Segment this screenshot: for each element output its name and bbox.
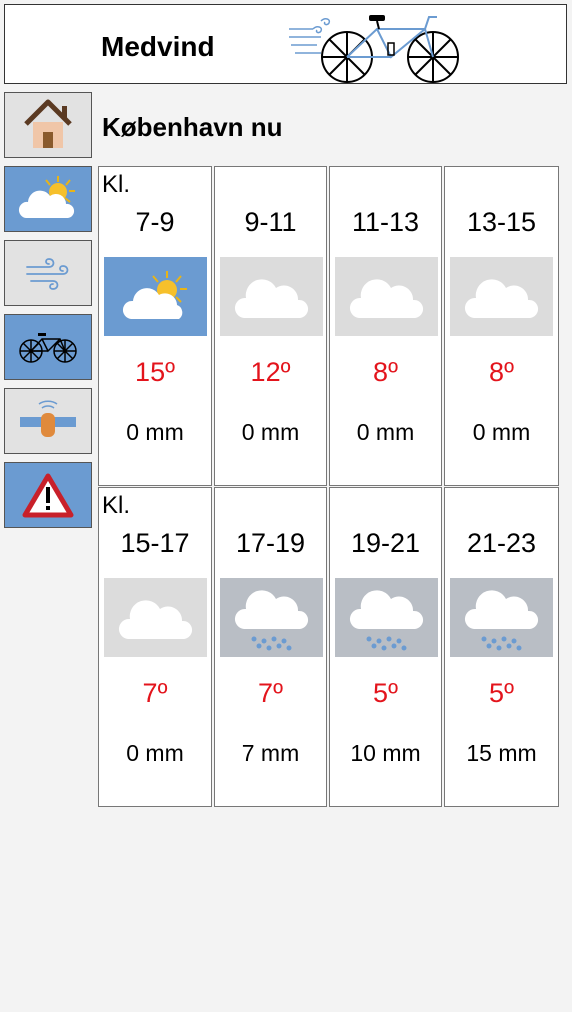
temperature: 12º [250, 357, 291, 387]
warning-icon [22, 473, 74, 518]
precipitation: 0 mm [472, 419, 531, 445]
precipitation: 10 mm [350, 740, 421, 766]
temperature: 5º [489, 678, 514, 708]
sun-cloud-icon [104, 257, 207, 336]
bike-button[interactable] [4, 314, 92, 380]
forecast-cell: 11-13 8º 0 mm [329, 166, 442, 486]
wind-icon [26, 258, 69, 290]
cloud-icon [220, 257, 323, 336]
time-range: 19-21 [350, 528, 421, 558]
forecast-cell: 19-21 5º 10 mm [329, 487, 442, 807]
forecast-cell: Kl. 7-9 15º 0 mm [98, 166, 212, 486]
location-title: København nu [102, 112, 283, 142]
rain-cloud-icon [335, 578, 438, 657]
app-title: Medvind [101, 31, 215, 62]
temperature: 8º [489, 357, 514, 387]
app-header: Medvind [4, 4, 567, 84]
time-range: 21-23 [466, 528, 537, 558]
satellite-icon [20, 400, 76, 437]
time-range: 17-19 [235, 528, 306, 558]
rain-cloud-icon [450, 578, 553, 657]
time-range: 11-13 [351, 207, 420, 237]
rain-cloud-icon [220, 578, 323, 657]
time-range: 7-9 [135, 207, 175, 237]
house-icon [24, 99, 72, 148]
forecast-cell: 17-19 7º 7 mm [214, 487, 327, 807]
warning-button[interactable] [4, 462, 92, 528]
cloud-icon [104, 578, 207, 657]
time-range: 15-17 [120, 528, 190, 558]
time-prefix: Kl. [102, 492, 131, 519]
forecast-cell: 13-15 8º 0 mm [444, 166, 559, 486]
sun-cloud-icon [18, 176, 75, 218]
precipitation: 15 mm [466, 740, 537, 766]
temperature: 8º [373, 357, 398, 387]
time-range: 13-15 [466, 207, 537, 237]
precipitation: 0 mm [126, 419, 184, 445]
forecast-cell: 21-23 5º 15 mm [444, 487, 559, 807]
precipitation: 0 mm [126, 740, 184, 766]
satellite-button[interactable] [4, 388, 92, 454]
forecast-cell: Kl. 15-17 7º 0 mm [98, 487, 212, 807]
cloud-icon [335, 257, 438, 336]
forecast-cell: 9-11 12º 0 mm [214, 166, 327, 486]
sidebar [4, 92, 92, 536]
temperature: 7º [142, 678, 168, 708]
cloud-icon [450, 257, 553, 336]
time-range: 9-11 [244, 207, 297, 237]
time-prefix: Kl. [102, 171, 131, 198]
precipitation: 0 mm [356, 419, 415, 445]
temperature: 7º [258, 678, 283, 708]
precipitation: 7 mm [241, 740, 300, 766]
weather-button[interactable] [4, 166, 92, 232]
bicycle-icon [19, 333, 77, 363]
forecast-row-1: Kl. 7-9 15º 0 mm 9-11 12º 0 mm 11-13 8º … [98, 166, 559, 486]
temperature: 5º [373, 678, 398, 708]
forecast-row-2: Kl. 15-17 7º 0 mm 17-19 7º 7 mm 19-21 5º… [98, 487, 559, 807]
wind-button[interactable] [4, 240, 92, 306]
bicycle-with-wind-icon [287, 7, 467, 92]
home-button[interactable] [4, 92, 92, 158]
temperature: 15º [135, 357, 175, 387]
precipitation: 0 mm [241, 419, 300, 445]
